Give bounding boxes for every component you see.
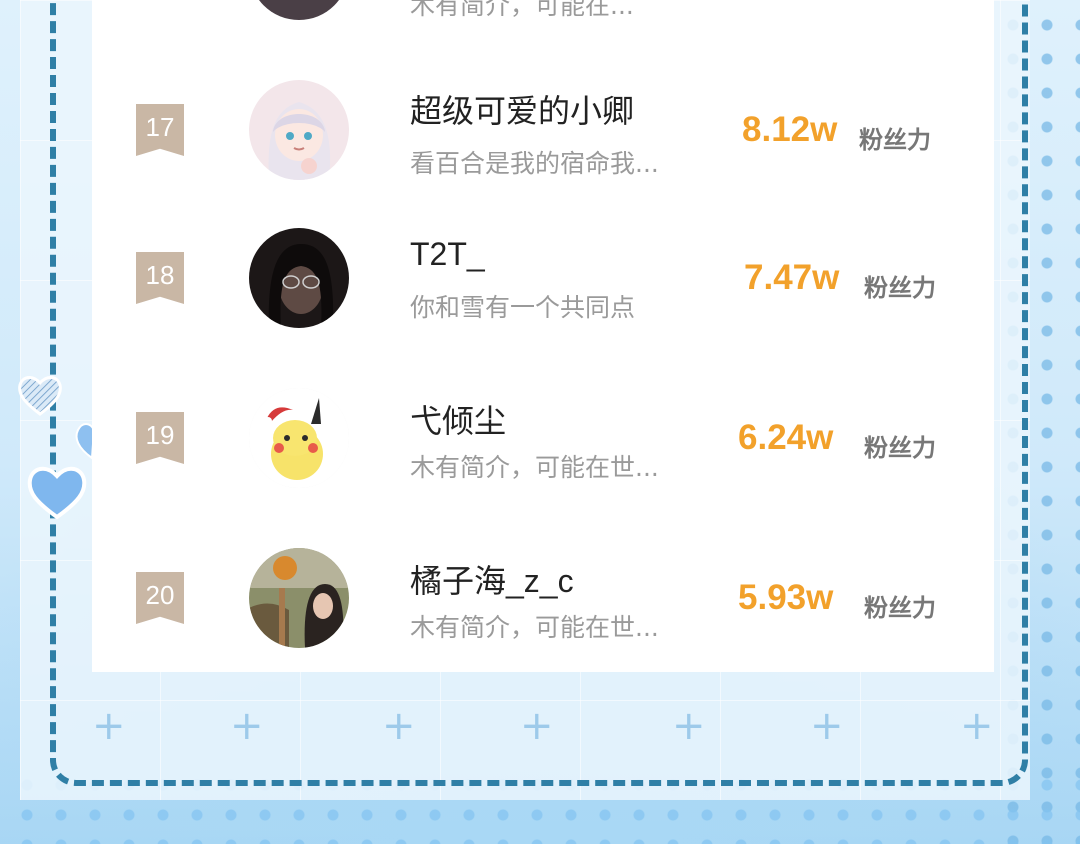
fan-power-label: 粉丝力 <box>859 126 931 154</box>
user-bio: 木有简介，可能在世... <box>410 613 659 642</box>
user-bio: 看百合是我的宿命我... <box>410 149 659 178</box>
person-photo-avatar-icon[interactable] <box>249 228 349 328</box>
bio-partial: 木有简介，可能在... <box>410 0 634 20</box>
fan-power-value: 8.12w <box>742 110 838 149</box>
fan-power-label: 粉丝力 <box>864 594 936 622</box>
avatar-partial[interactable] <box>249 0 349 20</box>
leaderboard-row[interactable]: 18 T2T_ 你和雪有一个共同点 7.47w 粉丝力 <box>92 218 994 338</box>
fan-power-label: 粉丝力 <box>864 274 936 302</box>
heart-icon <box>27 466 87 520</box>
leaderboard-card: 木有简介，可能在... 17 超级可爱的小卿 看百合是我的宿命我... 8.12… <box>92 0 994 672</box>
user-name[interactable]: T2T_ <box>410 236 485 273</box>
user-bio: 木有简介，可能在世... <box>410 453 659 482</box>
leaderboard-row[interactable]: 19 弋倾尘 木有简介，可能在世... 6.24w 粉丝力 <box>92 378 994 498</box>
leaderboard-row[interactable]: 17 超级可爱的小卿 看百合是我的宿命我... 8.12w 粉丝力 <box>92 70 994 190</box>
rank-badge: 19 <box>136 412 184 464</box>
rank-badge: 17 <box>136 104 184 156</box>
rank-badge: 20 <box>136 572 184 624</box>
fan-power-value: 5.93w <box>738 578 834 617</box>
fan-power-value: 7.47w <box>744 258 840 297</box>
heart-icon <box>18 376 62 416</box>
pikachu-avatar-icon[interactable] <box>249 388 349 488</box>
fan-power-value: 6.24w <box>738 418 834 457</box>
leaderboard-screen: + + + + + + + 木有简介，可能在... 17 超级可爱的小卿 看百合… <box>0 0 1080 844</box>
outdoor-photo-avatar-icon[interactable] <box>249 548 349 648</box>
fan-power-label: 粉丝力 <box>864 434 936 462</box>
leaderboard-row[interactable]: 20 橘子海_z_c 木有简介，可能在世... 5.93w 粉丝力 <box>92 538 994 658</box>
user-name[interactable]: 超级可爱的小卿 <box>410 86 634 132</box>
rank-badge: 18 <box>136 252 184 304</box>
user-bio: 你和雪有一个共同点 <box>410 293 636 322</box>
user-name[interactable]: 弋倾尘 <box>410 396 506 442</box>
user-name[interactable]: 橘子海_z_c <box>410 556 574 602</box>
anime-girl-avatar-icon[interactable] <box>249 80 349 180</box>
